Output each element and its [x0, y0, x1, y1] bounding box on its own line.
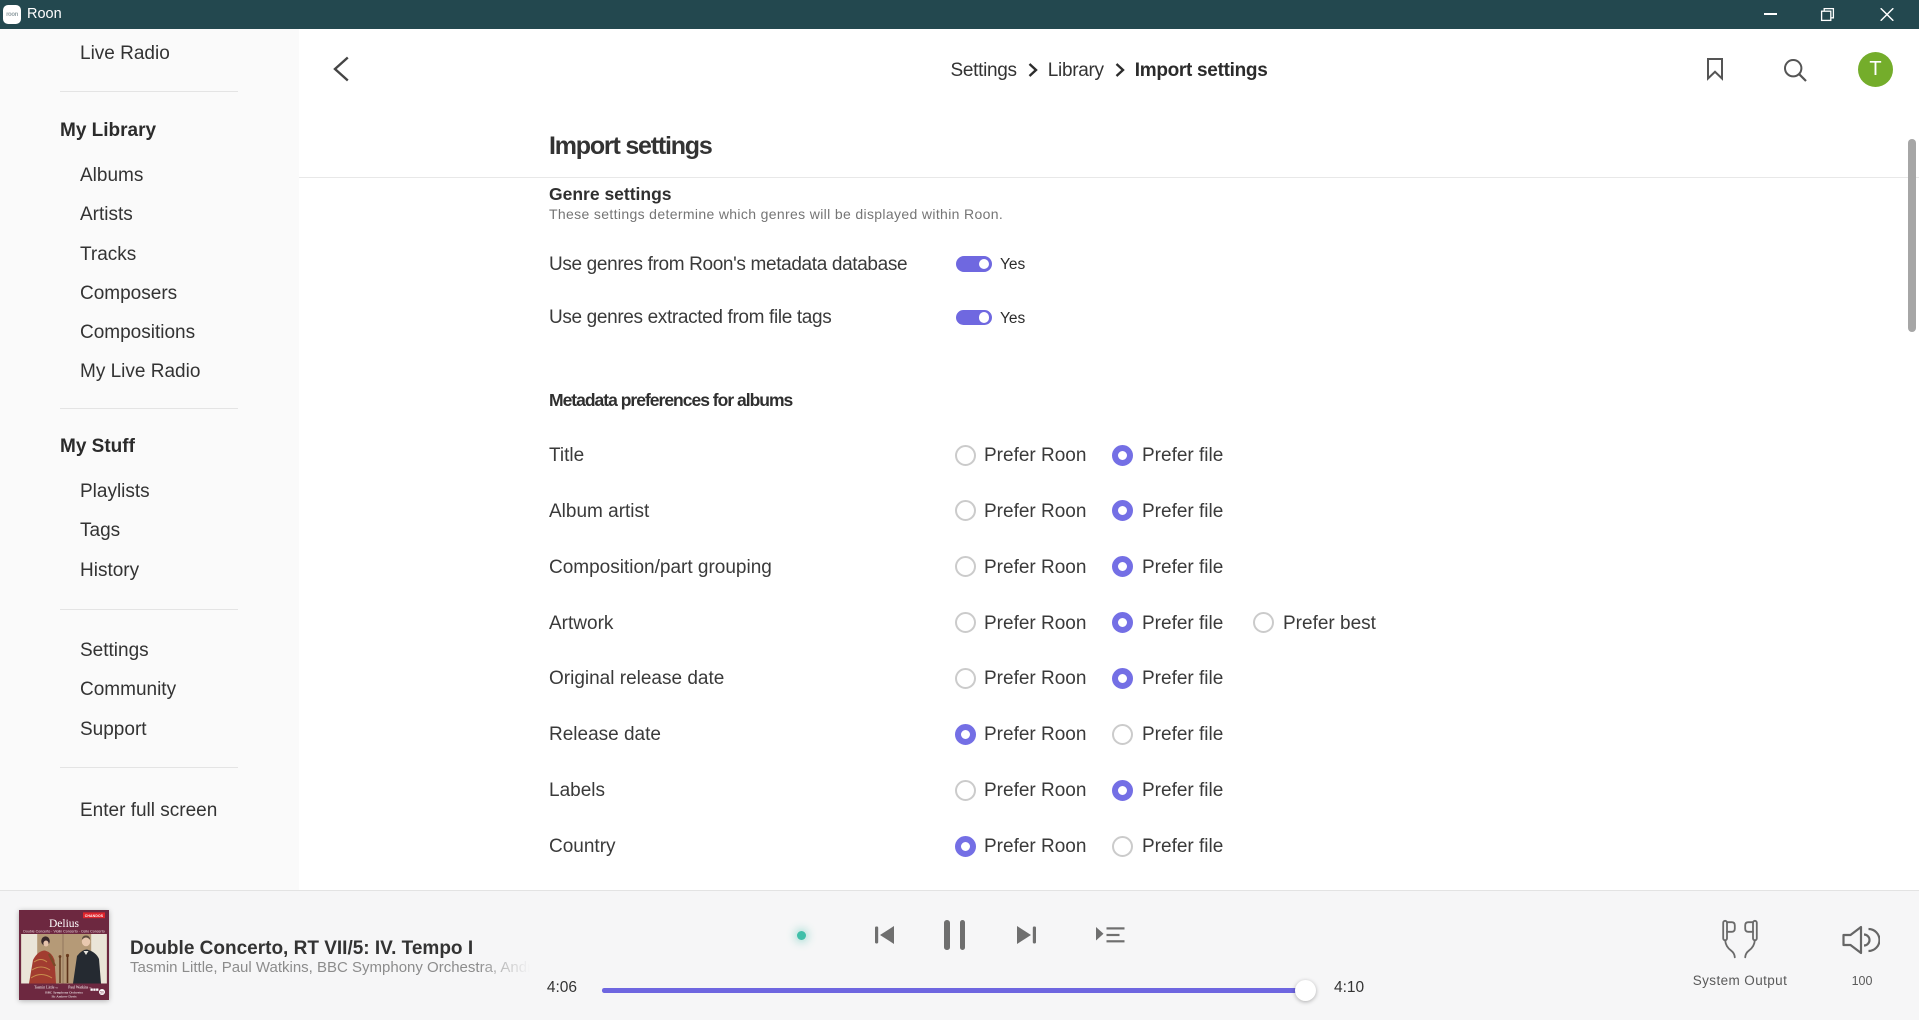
svg-text:Double Concerto · Violin Conce: Double Concerto · Violin Concerto · Cell…: [23, 930, 104, 934]
svg-text:Paul Watkins vc: Paul Watkins vc: [68, 986, 92, 990]
svg-text:Delius: Delius: [49, 918, 80, 930]
svg-text:Sir Andrew Davis: Sir Andrew Davis: [51, 995, 77, 999]
svg-text:CHANDOS: CHANDOS: [85, 914, 104, 918]
svg-text:Tasmin Little vn: Tasmin Little vn: [34, 986, 59, 990]
svg-text:50: 50: [100, 990, 104, 994]
